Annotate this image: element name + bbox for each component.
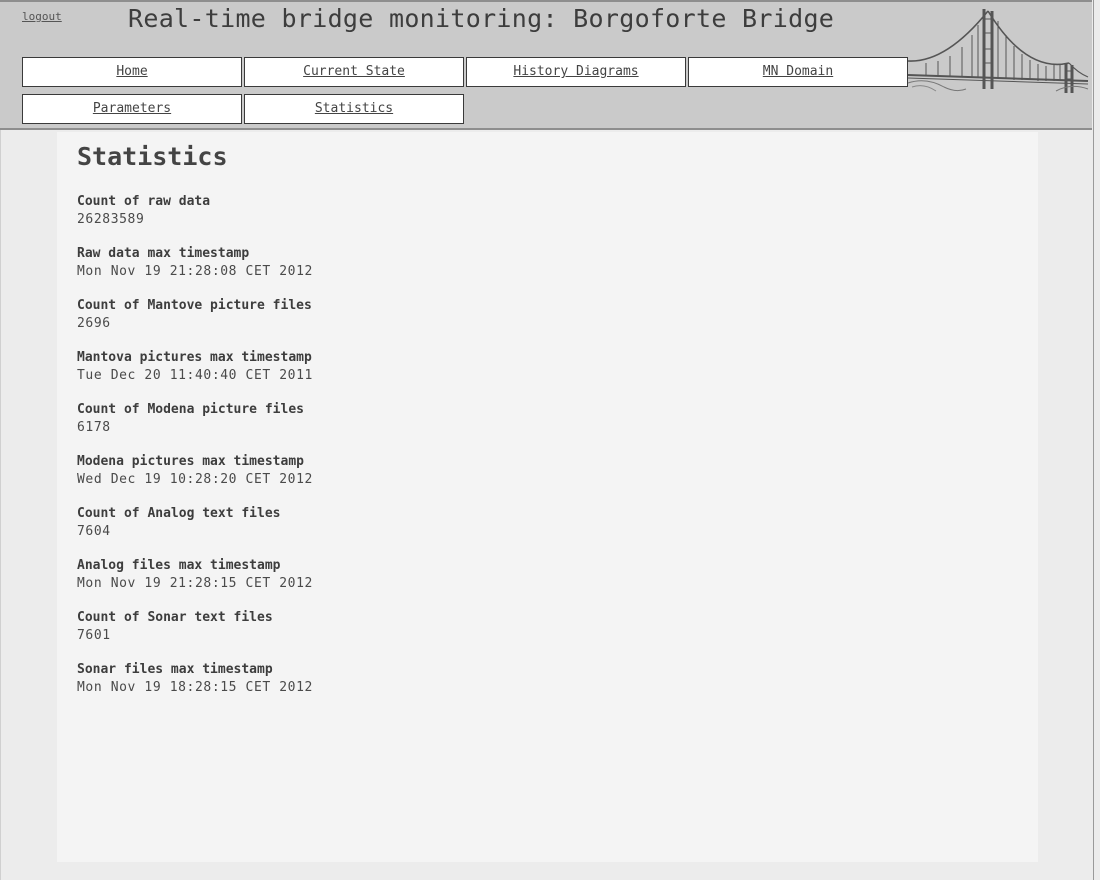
stat-label: Sonar files max timestamp bbox=[77, 662, 273, 677]
stat-value: 6178 bbox=[77, 420, 111, 435]
site-title: Real-time bridge monitoring: Borgoforte … bbox=[128, 4, 835, 33]
nav-mn-domain-button[interactable]: MN Domain bbox=[688, 57, 908, 87]
stat-value: Tue Dec 20 11:40:40 CET 2011 bbox=[77, 368, 313, 383]
stat-item: Count of Mantove picture files 2696 bbox=[77, 297, 313, 349]
nav-parameters-button[interactable]: Parameters bbox=[22, 94, 242, 124]
stat-item: Mantova pictures max timestamp Tue Dec 2… bbox=[77, 349, 313, 401]
stat-value: 26283589 bbox=[77, 212, 145, 227]
stat-label: Count of Modena picture files bbox=[77, 402, 304, 417]
nav-history-diagrams-button[interactable]: History Diagrams bbox=[466, 57, 686, 87]
stat-value: Mon Nov 19 21:28:08 CET 2012 bbox=[77, 264, 313, 279]
bridge-logo-icon bbox=[907, 9, 1089, 93]
stat-item: Count of Analog text files 7604 bbox=[77, 505, 313, 557]
stat-item: Count of Modena picture files 6178 bbox=[77, 401, 313, 453]
stat-value: Mon Nov 19 18:28:15 CET 2012 bbox=[77, 680, 313, 695]
stat-value: Mon Nov 19 21:28:15 CET 2012 bbox=[77, 576, 313, 591]
stat-label: Count of Analog text files bbox=[77, 506, 281, 521]
stat-label: Modena pictures max timestamp bbox=[77, 454, 304, 469]
nav-statistics-button[interactable]: Statistics bbox=[244, 94, 464, 124]
stat-label: Analog files max timestamp bbox=[77, 558, 281, 573]
stat-value: 7601 bbox=[77, 628, 111, 643]
stat-value: 2696 bbox=[77, 316, 111, 331]
stat-item: Count of raw data 26283589 bbox=[77, 193, 313, 245]
content-panel: Statistics Count of raw data 26283589 Ra… bbox=[57, 132, 1038, 862]
stat-label: Mantova pictures max timestamp bbox=[77, 350, 312, 365]
stat-item: Modena pictures max timestamp Wed Dec 19… bbox=[77, 453, 313, 505]
stat-value: Wed Dec 19 10:28:20 CET 2012 bbox=[77, 472, 313, 487]
stats-list: Count of raw data 26283589 Raw data max … bbox=[77, 193, 313, 713]
stat-item: Analog files max timestamp Mon Nov 19 21… bbox=[77, 557, 313, 609]
logout-link[interactable]: logout bbox=[22, 10, 62, 23]
stat-value: 7604 bbox=[77, 524, 111, 539]
stat-label: Raw data max timestamp bbox=[77, 246, 250, 261]
stat-item: Count of Sonar text files 7601 bbox=[77, 609, 313, 661]
nav-current-state-button[interactable]: Current State bbox=[244, 57, 464, 87]
stat-label: Count of Mantove picture files bbox=[77, 298, 312, 313]
stat-item: Raw data max timestamp Mon Nov 19 21:28:… bbox=[77, 245, 313, 297]
stat-label: Count of raw data bbox=[77, 194, 211, 209]
stat-label: Count of Sonar text files bbox=[77, 610, 273, 625]
page-title: Statistics bbox=[77, 142, 228, 171]
stat-item: Sonar files max timestamp Mon Nov 19 18:… bbox=[77, 661, 313, 713]
site-header: logout Real-time bridge monitoring: Borg… bbox=[0, 0, 1092, 130]
nav-home-button[interactable]: Home bbox=[22, 57, 242, 87]
